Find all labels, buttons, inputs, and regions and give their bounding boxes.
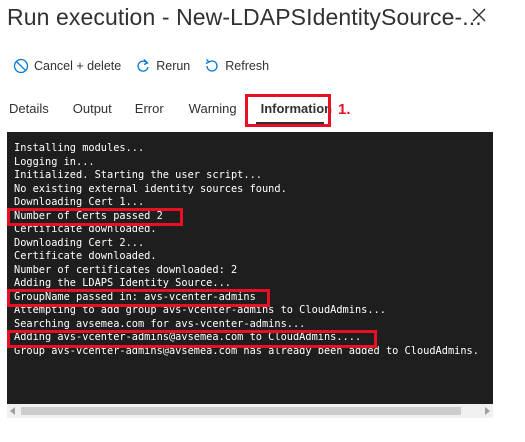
step-number-label: 1.: [338, 101, 351, 118]
scroll-right-icon[interactable]: [485, 407, 490, 415]
console-lines: Installing modules... Logging in... Init…: [14, 142, 479, 358]
cancel-icon: [13, 58, 29, 74]
console-line: Downloading Cert 2...: [14, 236, 145, 249]
console-line: No existing external identity sources fo…: [14, 182, 287, 195]
tab-details[interactable]: Details: [9, 98, 49, 124]
refresh-icon: [205, 59, 218, 72]
highlight-box-information-tab: [245, 94, 331, 127]
highlight-box-certs-passed: [7, 208, 183, 226]
panel-title: Run execution - New-LDAPSIdentitySource-…: [7, 4, 482, 30]
tab-warning[interactable]: Warning: [189, 98, 237, 124]
cancel-delete-label: Cancel + delete: [34, 59, 122, 73]
scroll-left-icon[interactable]: [10, 407, 15, 415]
console-line: Certificate downloaded.: [14, 250, 157, 262]
tab-error[interactable]: Error: [135, 98, 164, 124]
rerun-label: Rerun: [156, 59, 191, 73]
rerun-icon: [137, 59, 149, 72]
console-output: Installing modules... Logging in... Init…: [7, 132, 493, 404]
highlight-box-adding-admins: [7, 330, 377, 348]
horizontal-scrollbar[interactable]: [7, 404, 493, 418]
console-line: Initialized. Starting the user script...: [14, 169, 262, 181]
command-bar: Cancel + delete Rerun Refresh: [13, 58, 283, 74]
tab-output[interactable]: Output: [73, 98, 112, 124]
console-line: Logging in...: [14, 155, 95, 168]
console-line: Number of certificates downloaded: 2: [14, 263, 238, 276]
scrollbar-thumb[interactable]: [21, 407, 461, 415]
rerun-button[interactable]: Rerun: [135, 58, 190, 74]
highlight-box-groupname: [7, 289, 270, 307]
console-line: Installing modules...: [14, 142, 145, 154]
refresh-label: Refresh: [225, 59, 270, 73]
cancel-delete-button[interactable]: Cancel + delete: [13, 58, 121, 74]
close-icon: [472, 8, 486, 22]
console-line: Searching avsemea.com for avs-vcenter-ad…: [14, 317, 306, 330]
close-button[interactable]: [470, 6, 488, 24]
refresh-button[interactable]: Refresh: [204, 58, 269, 74]
